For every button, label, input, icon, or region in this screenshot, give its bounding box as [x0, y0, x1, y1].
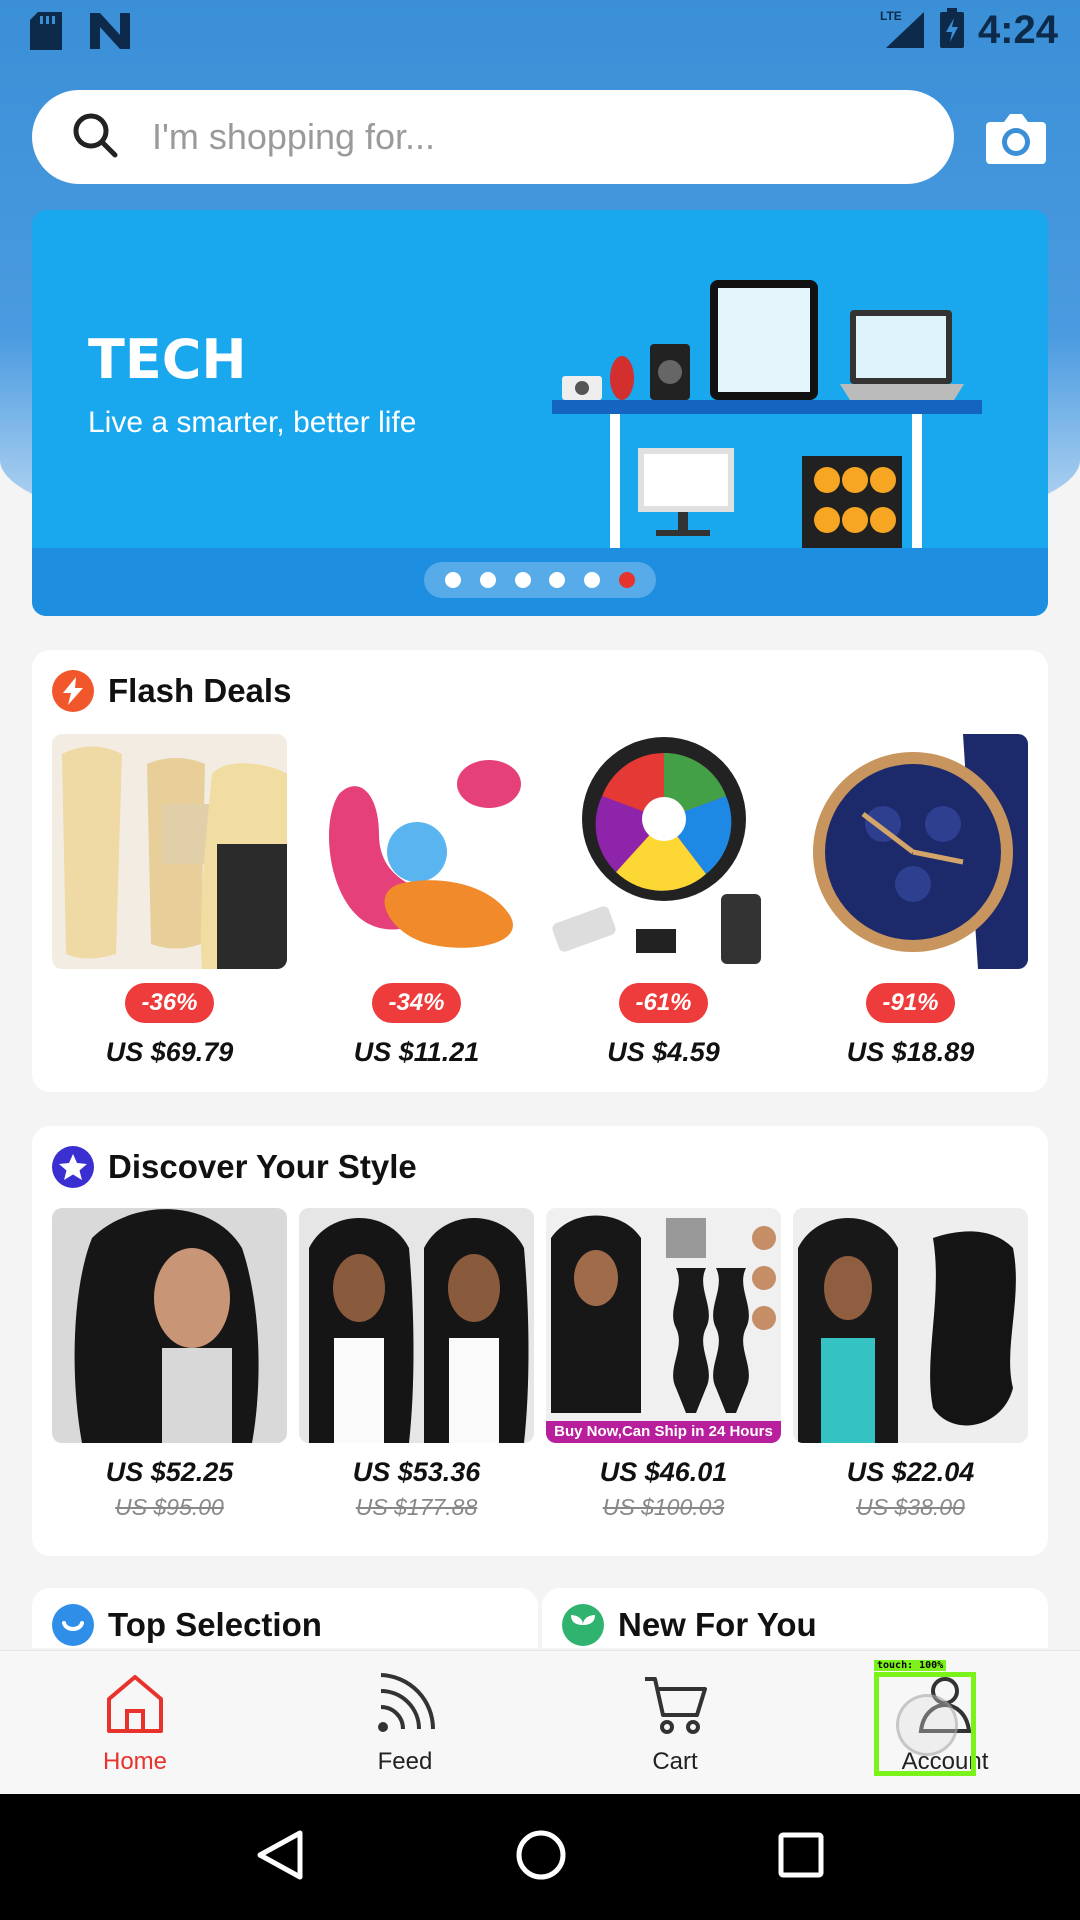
sprout-icon — [562, 1604, 604, 1646]
system-navigation-bar — [0, 1794, 1080, 1920]
product-image — [299, 1208, 534, 1443]
style-item[interactable]: US $22.04 US $38.00 — [793, 1208, 1028, 1521]
carousel-dot[interactable] — [479, 572, 496, 588]
search-bar[interactable] — [32, 90, 954, 184]
battery-charging-icon — [939, 8, 964, 53]
product-image — [52, 1208, 287, 1443]
lightning-icon — [52, 670, 94, 712]
style-item[interactable]: US $52.25 US $95.00 — [52, 1208, 287, 1521]
product-price: US $69.79 — [105, 1037, 234, 1067]
nav-feed-label: Feed — [377, 1748, 433, 1775]
product-image — [299, 734, 534, 969]
product-price: US $52.25 — [105, 1457, 234, 1487]
top-selection-header: Top Selection — [52, 1604, 322, 1646]
style-item[interactable]: US $53.36 US $177.88 — [299, 1208, 534, 1521]
original-price: US $95.00 — [115, 1494, 224, 1520]
product-image — [793, 1208, 1028, 1443]
carousel-dots[interactable] — [424, 562, 656, 598]
flash-deal-item[interactable]: -36% US $69.79 — [52, 734, 287, 1068]
top-selection-title: Top Selection — [108, 1606, 322, 1643]
new-for-you-title: New For You — [618, 1606, 817, 1643]
nav-home-label: Home — [102, 1748, 168, 1775]
feed-icon — [375, 1673, 435, 1740]
new-for-you-card[interactable]: New For You — [542, 1588, 1048, 1648]
carousel-dot[interactable] — [549, 572, 566, 588]
home-icon — [105, 1673, 165, 1740]
original-price: US $38.00 — [856, 1494, 965, 1520]
svg-text:LTE: LTE — [880, 9, 902, 23]
n-logo-icon — [90, 13, 130, 54]
banner-subtitle: Live a smarter, better life — [88, 406, 417, 439]
style-item[interactable]: Buy Now,Can Ship in 24 Hours US $46.01 U… — [546, 1208, 781, 1521]
flash-deals-title: Flash Deals — [108, 672, 292, 709]
carousel-dot[interactable] — [583, 572, 600, 588]
discount-badge: -36% — [125, 983, 214, 1023]
flash-deal-item[interactable]: -61% US $4.59 — [546, 734, 781, 1068]
search-icon — [72, 112, 118, 163]
touch-label: touch: 100% — [874, 1660, 947, 1671]
flash-deals-card: Flash Deals -36% US $69.79 -34% US $11.2… — [32, 650, 1048, 1092]
carousel-dot[interactable] — [445, 572, 462, 588]
product-image — [52, 734, 287, 969]
product-price: US $46.01 — [599, 1457, 728, 1487]
product-price: US $22.04 — [846, 1457, 975, 1487]
banner-title: TECH — [88, 328, 247, 391]
new-for-you-header: New For You — [562, 1604, 817, 1646]
status-bar: LTE 4:24 — [0, 0, 1080, 64]
nav-home[interactable]: Home — [0, 1651, 270, 1794]
original-price: US $177.88 — [355, 1494, 478, 1520]
lte-signal-icon: LTE — [880, 8, 926, 53]
product-price: US $11.21 — [353, 1037, 480, 1067]
cart-icon — [643, 1673, 707, 1740]
camera-search-icon[interactable] — [984, 108, 1048, 168]
smile-icon — [52, 1604, 94, 1646]
discover-style-title: Discover Your Style — [108, 1148, 417, 1185]
discount-badge: -61% — [619, 983, 708, 1023]
discover-style-header[interactable]: Discover Your Style — [52, 1146, 417, 1188]
product-image — [546, 734, 781, 969]
image-caption: Buy Now,Can Ship in 24 Hours — [554, 1423, 773, 1440]
discount-badge: -34% — [372, 983, 461, 1023]
flash-deal-item[interactable]: -91% US $18.89 — [793, 734, 1028, 1068]
original-price: US $100.03 — [602, 1494, 725, 1520]
nav-cart[interactable]: Cart — [540, 1651, 810, 1794]
sd-card-icon — [30, 12, 62, 55]
clock: 4:24 — [977, 8, 1058, 52]
product-image: Buy Now,Can Ship in 24 Hours — [546, 1208, 781, 1443]
flash-deal-item[interactable]: -34% US $11.21 — [299, 734, 534, 1068]
product-price: US $53.36 — [352, 1457, 481, 1487]
touch-highlight-box — [874, 1672, 976, 1776]
recents-icon[interactable] — [778, 1832, 824, 1883]
discover-style-card: Discover Your Style US $52.25 US $95.00 … — [32, 1126, 1048, 1556]
carousel-dot-active[interactable] — [618, 572, 635, 588]
search-input[interactable] — [152, 116, 852, 158]
flash-deals-header[interactable]: Flash Deals — [52, 670, 291, 712]
product-price: US $4.59 — [607, 1037, 720, 1067]
carousel-dot[interactable] — [514, 572, 531, 588]
back-icon[interactable] — [256, 1829, 304, 1886]
star-icon — [52, 1146, 94, 1188]
nav-cart-label: Cart — [652, 1748, 698, 1775]
promo-banner[interactable]: TECH Live a smarter, better life — [32, 210, 1048, 616]
product-price: US $18.89 — [846, 1037, 975, 1067]
discount-badge: -91% — [866, 983, 955, 1023]
home-circle-icon[interactable] — [515, 1829, 567, 1886]
tech-devices-illustration — [552, 280, 982, 550]
nav-feed[interactable]: Feed — [270, 1651, 540, 1794]
product-image — [793, 734, 1028, 969]
top-selection-card[interactable]: Top Selection — [32, 1588, 538, 1648]
